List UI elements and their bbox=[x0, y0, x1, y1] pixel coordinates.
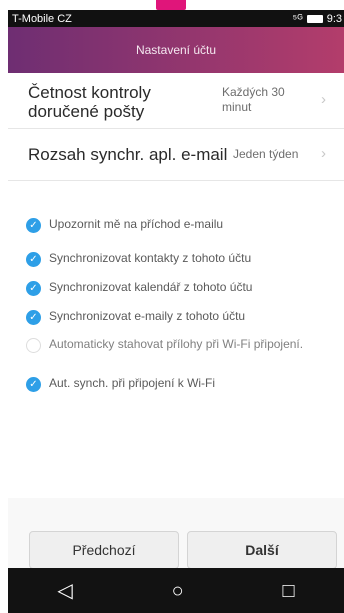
battery-icon bbox=[306, 14, 323, 23]
navigation-bar: ◁ ○ □ bbox=[8, 568, 344, 613]
home-icon[interactable]: ○ bbox=[172, 581, 184, 601]
status-bar: T-Mobile CZ ⁵ᴳ 9:3 bbox=[8, 10, 344, 27]
checkbox-label: Synchronizovat e-maily z tohoto účtu bbox=[49, 309, 246, 323]
divider bbox=[8, 180, 344, 181]
page-title: Nastavení účtu bbox=[135, 43, 217, 57]
recent-apps-icon[interactable]: □ bbox=[282, 581, 294, 601]
setting-value-check-frequency: Každých 30 minut bbox=[222, 85, 285, 114]
unchecked-checkbox-icon: ✓ bbox=[26, 338, 41, 353]
checkbox-label: Automaticky stahovat přílohy při Wi-Fi p… bbox=[49, 337, 304, 351]
signal-icon: ⁵ᴳ bbox=[292, 12, 303, 25]
setting-row-check-frequency[interactable]: Četnost kontroly doručené pošty Každých … bbox=[8, 73, 344, 128]
checkbox-auto-download-attachments[interactable]: ✓ Automaticky stahovat přílohy při Wi-Fi… bbox=[26, 337, 338, 353]
setting-label-check-frequency: Četnost kontroly doručené pošty bbox=[28, 83, 151, 121]
chevron-right-icon: › bbox=[321, 145, 326, 162]
checkbox-wifi-sync[interactable]: ✓ Aut. synch. při připojení k Wi-Fi bbox=[26, 376, 338, 392]
status-indicators: ⁵ᴳ 9:3 bbox=[293, 13, 342, 25]
next-button[interactable]: Další bbox=[187, 531, 337, 569]
checked-checkbox-icon: ✓ bbox=[26, 252, 41, 267]
checked-checkbox-icon: ✓ bbox=[26, 218, 41, 233]
chevron-right-icon: › bbox=[321, 91, 326, 108]
checkbox-email-notify[interactable]: ✓ Upozornit mě na příchod e-mailu bbox=[26, 217, 338, 233]
checkbox-sync-contacts[interactable]: ✓ Synchronizovat kontakty z tohoto účtu bbox=[26, 251, 338, 267]
checkbox-sync-calendar[interactable]: ✓ Synchronizovat kalendář z tohoto účtu bbox=[26, 280, 338, 296]
action-bar: Předchozí Další bbox=[8, 498, 344, 569]
setting-value-sync-range: Jeden týden bbox=[233, 147, 299, 161]
setting-label-sync-range: Rozsah synchr. apl. e-mail bbox=[28, 145, 228, 164]
checkbox-label: Synchronizovat kalendář z tohoto účtu bbox=[49, 280, 253, 294]
checkbox-label: Aut. synch. při připojení k Wi-Fi bbox=[49, 376, 216, 390]
carrier-name: T-Mobile CZ bbox=[12, 12, 72, 25]
highlight-marker-icon bbox=[156, 0, 186, 10]
previous-button[interactable]: Předchozí bbox=[29, 531, 179, 569]
setting-row-sync-range[interactable]: Rozsah synchr. apl. e-mail Jeden týden › bbox=[8, 129, 344, 180]
title-bar: Nastavení účtu bbox=[8, 27, 344, 73]
checked-checkbox-icon: ✓ bbox=[26, 377, 41, 392]
checked-checkbox-icon: ✓ bbox=[26, 310, 41, 325]
checkbox-label: Synchronizovat kontakty z tohoto účtu bbox=[49, 251, 252, 265]
back-icon[interactable]: ◁ bbox=[57, 581, 72, 601]
status-time: 9:3 bbox=[326, 12, 342, 25]
checkbox-sync-email[interactable]: ✓ Synchronizovat e-maily z tohoto účtu bbox=[26, 309, 338, 325]
checked-checkbox-icon: ✓ bbox=[26, 281, 41, 296]
settings-content: Četnost kontroly doručené pošty Každých … bbox=[8, 73, 344, 498]
checkbox-label: Upozornit mě na příchod e-mailu bbox=[49, 217, 224, 231]
